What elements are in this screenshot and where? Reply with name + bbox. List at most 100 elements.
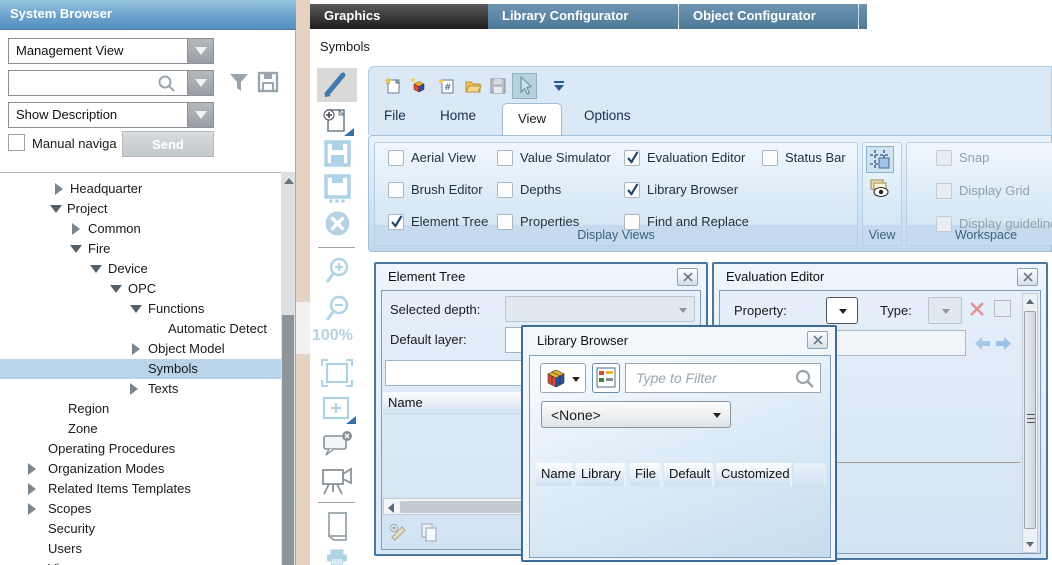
- manual-navigation-checkbox[interactable]: [8, 134, 25, 151]
- collapse-arrow-icon[interactable]: [28, 503, 36, 515]
- grid-settings-button[interactable]: [866, 146, 894, 173]
- tree-item-symbols[interactable]: Symbols: [0, 359, 281, 379]
- new-document-icon[interactable]: [384, 77, 402, 95]
- checkbox-box[interactable]: [497, 150, 513, 166]
- tree-item-scopes[interactable]: Scopes: [0, 499, 281, 519]
- expand-arrow-icon[interactable]: [70, 245, 82, 253]
- checkbox-box[interactable]: [497, 214, 513, 230]
- checkbox-box[interactable]: [497, 182, 513, 198]
- edit-element-icon[interactable]: [388, 522, 410, 542]
- tree-item-fire[interactable]: Fire: [0, 239, 281, 259]
- vscrollbar-thumb[interactable]: [1024, 311, 1036, 529]
- ribbon-tab-view[interactable]: View: [502, 103, 562, 136]
- description-mode-dropdown[interactable]: Show Description: [8, 102, 214, 128]
- tree-item-security[interactable]: Security: [0, 519, 281, 539]
- customize-toolbar-icon[interactable]: [552, 80, 566, 92]
- collapse-arrow-icon[interactable]: [132, 343, 140, 355]
- camera-icon[interactable]: [317, 464, 355, 496]
- evaluation-checkbox[interactable]: [994, 300, 1011, 317]
- evaluation-editor-close-button[interactable]: [1017, 268, 1038, 286]
- tree-item-region[interactable]: Region: [0, 399, 281, 419]
- tree-item-automatic-detect[interactable]: Automatic Detect: [0, 319, 281, 339]
- checkbox-box[interactable]: [624, 182, 640, 198]
- expand-arrow-icon[interactable]: [130, 305, 142, 313]
- tab-library-configurator[interactable]: Library Configurator: [488, 4, 678, 29]
- tree-item-zone[interactable]: Zone: [0, 419, 281, 439]
- checkbox-box[interactable]: [624, 150, 640, 166]
- collapse-arrow-icon[interactable]: [28, 483, 36, 495]
- fit-to-view-icon[interactable]: [320, 358, 354, 388]
- back-arrow-icon[interactable]: [974, 336, 991, 351]
- zoom-out-icon[interactable]: [322, 294, 352, 324]
- column-header-file[interactable]: File: [630, 463, 662, 486]
- tree-item-related-items-templates[interactable]: Related Items Templates: [0, 479, 281, 499]
- library-source-button[interactable]: [540, 363, 586, 393]
- tree-item-common[interactable]: Common: [0, 219, 281, 239]
- remove-comment-icon[interactable]: [320, 430, 354, 460]
- column-header-customized[interactable]: Customized: [716, 463, 792, 486]
- tree-item-opc[interactable]: OPC: [0, 279, 281, 299]
- tree-scrollbar-thumb[interactable]: [282, 315, 294, 565]
- search-icon[interactable]: [794, 368, 816, 390]
- library-select-dropdown[interactable]: <None>: [541, 401, 731, 428]
- library-browser-close-button[interactable]: [807, 331, 828, 349]
- column-header-name[interactable]: Name: [536, 463, 574, 486]
- print-icon[interactable]: [320, 548, 354, 565]
- select-tool-button[interactable]: [512, 73, 537, 99]
- tree-item-texts[interactable]: Texts: [0, 379, 281, 399]
- send-button[interactable]: Send: [122, 131, 214, 157]
- tree-item-operating-procedures[interactable]: Operating Procedures: [0, 439, 281, 459]
- save-as-icon[interactable]: [324, 174, 351, 204]
- center-view-icon[interactable]: [320, 394, 356, 424]
- delete-evaluation-icon[interactable]: [968, 300, 986, 318]
- type-dropdown[interactable]: [928, 297, 962, 324]
- library-list-area[interactable]: [536, 486, 826, 552]
- column-header-default[interactable]: Default: [664, 463, 714, 486]
- tree-item-users[interactable]: Users: [0, 539, 281, 559]
- layers-visibility-icon[interactable]: [868, 177, 890, 199]
- library-filter-input[interactable]: [625, 363, 821, 393]
- tree-item-project[interactable]: Project: [0, 199, 281, 219]
- scroll-up-icon[interactable]: [284, 178, 294, 184]
- element-tree-close-button[interactable]: [677, 268, 698, 286]
- checkbox-box[interactable]: [936, 216, 952, 232]
- collapse-arrow-icon[interactable]: [72, 223, 80, 235]
- checkbox-box[interactable]: [762, 150, 778, 166]
- selected-depth-dropdown[interactable]: [505, 296, 695, 322]
- property-dropdown[interactable]: [826, 297, 858, 324]
- new-object-icon[interactable]: [410, 77, 428, 95]
- value-field[interactable]: [834, 330, 966, 356]
- view-mode-dropdown-button[interactable]: [187, 39, 213, 63]
- column-header-library[interactable]: Library: [576, 463, 626, 486]
- tab-graphics[interactable]: Graphics: [310, 4, 488, 29]
- page-setup-icon[interactable]: [324, 510, 352, 542]
- zoom-in-icon[interactable]: [322, 256, 352, 286]
- view-mode-dropdown[interactable]: Management View: [8, 38, 214, 64]
- scroll-up-icon[interactable]: [1026, 299, 1034, 304]
- search-dropdown-button[interactable]: [187, 71, 213, 95]
- tree-item-functions[interactable]: Functions: [0, 299, 281, 319]
- description-dropdown-button[interactable]: [187, 103, 213, 127]
- draw-tool-button[interactable]: [317, 68, 357, 102]
- new-template-icon[interactable]: #: [438, 77, 456, 95]
- save-filter-icon[interactable]: [256, 70, 280, 94]
- tab-object-configurator[interactable]: Object Configurator: [679, 4, 858, 29]
- search-box[interactable]: [8, 70, 214, 96]
- tree-scrollbar[interactable]: [281, 172, 295, 565]
- checkbox-box[interactable]: [936, 150, 952, 166]
- collapse-arrow-icon[interactable]: [28, 463, 36, 475]
- new-drawing-icon[interactable]: [320, 106, 354, 138]
- checkbox-box[interactable]: [936, 183, 952, 199]
- zoom-level[interactable]: 100%: [312, 327, 362, 345]
- collapse-arrow-icon[interactable]: [55, 183, 63, 195]
- ribbon-tab-file[interactable]: File: [384, 108, 406, 135]
- tree-item-object-model[interactable]: Object Model: [0, 339, 281, 359]
- forward-arrow-icon[interactable]: [995, 336, 1012, 351]
- expand-arrow-icon[interactable]: [50, 205, 62, 213]
- tree-item-views[interactable]: Views: [0, 559, 281, 565]
- collapse-arrow-icon[interactable]: [130, 383, 138, 395]
- tree-item-device[interactable]: Device: [0, 259, 281, 279]
- open-file-icon[interactable]: [464, 77, 482, 95]
- scroll-down-icon[interactable]: [1026, 542, 1034, 547]
- checkbox-box[interactable]: [388, 214, 404, 230]
